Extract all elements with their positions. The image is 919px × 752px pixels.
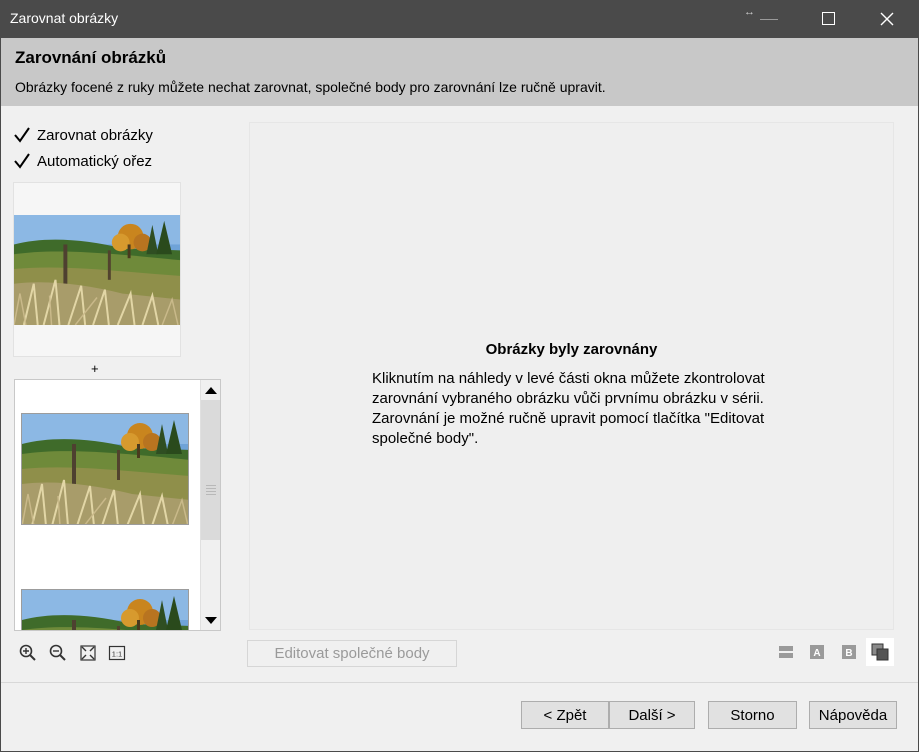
next-button[interactable]: Další > [609,701,695,729]
actual-size-icon: 1:1 [108,645,126,661]
reference-thumbnail [14,215,180,325]
page-title: Zarovnání obrázků [15,48,167,67]
page-header: Zarovnání obrázků Obrázky focené z ruky … [0,38,919,106]
overlay-view-button[interactable] [866,638,894,666]
title-bar: Zarovnat obrázky ↔ [0,0,919,38]
zoom-in-button[interactable] [17,642,39,664]
close-icon [880,12,894,26]
zoom-out-icon [49,644,66,661]
message-body: Kliknutím na náhledy v levé části okna m… [372,370,765,447]
footer-divider [1,682,918,683]
align-images-label: Zarovnat obrázky [37,126,153,144]
scrollbar-thumb[interactable] [201,400,220,540]
auto-crop-checkbox[interactable]: Automatický ořez [13,151,152,171]
scroll-up-arrow[interactable] [205,387,217,394]
edit-common-points-button[interactable]: Editovat společné body [247,640,457,667]
auto-crop-label: Automatický ořez [37,152,153,170]
page-subtitle: Obrázky focené z ruky můžete nechat zaro… [15,79,606,95]
close-button[interactable] [876,6,898,32]
reference-image[interactable] [13,182,181,357]
window-title: Zarovnat obrázky [10,10,119,26]
resize-icon: ↔ [744,6,755,18]
view-b-label: B [845,648,852,659]
actual-size-label: 1:1 [112,650,122,659]
back-button[interactable]: < Zpět [521,701,609,729]
overlay-icon [871,643,889,661]
maximize-button[interactable] [822,12,835,25]
fit-to-window-icon [80,645,96,661]
zoom-in-icon [19,644,36,661]
view-b-button[interactable]: B [840,643,858,661]
grip-icon [206,485,216,497]
plus-label: + [91,361,99,376]
align-images-checkbox[interactable]: Zarovnat obrázky [13,125,153,145]
image-thumbnail [22,414,189,525]
scroll-down-arrow[interactable] [205,617,217,624]
actual-size-button[interactable]: 1:1 [106,642,128,664]
checkmark-icon [13,152,31,170]
message-title: Obrázky byly zarovnány [485,341,658,358]
fit-to-window-button[interactable] [77,642,99,664]
split-horizontal-icon [779,646,793,658]
view-a-label: A [813,648,820,659]
zoom-out-button[interactable] [47,642,69,664]
split-view-button[interactable] [777,643,795,661]
list-item[interactable] [21,413,189,525]
dialog-body: Zarovnat obrázky Automatický ořez + 1:1 … [0,106,919,752]
list-item[interactable] [21,589,189,631]
image-thumbnail-list[interactable] [14,379,221,631]
cancel-button[interactable]: Storno [708,701,797,729]
help-button[interactable]: Nápověda [809,701,897,729]
minimize-button[interactable] [760,19,778,20]
view-a-button[interactable]: A [808,643,826,661]
preview-area: Obrázky byly zarovnány Kliknutím na náhl… [249,122,894,630]
view-b-icon: B [842,645,856,659]
view-a-icon: A [810,645,824,659]
image-thumbnail [22,590,189,631]
checkmark-icon [13,126,31,144]
vertical-scrollbar[interactable] [200,380,220,630]
